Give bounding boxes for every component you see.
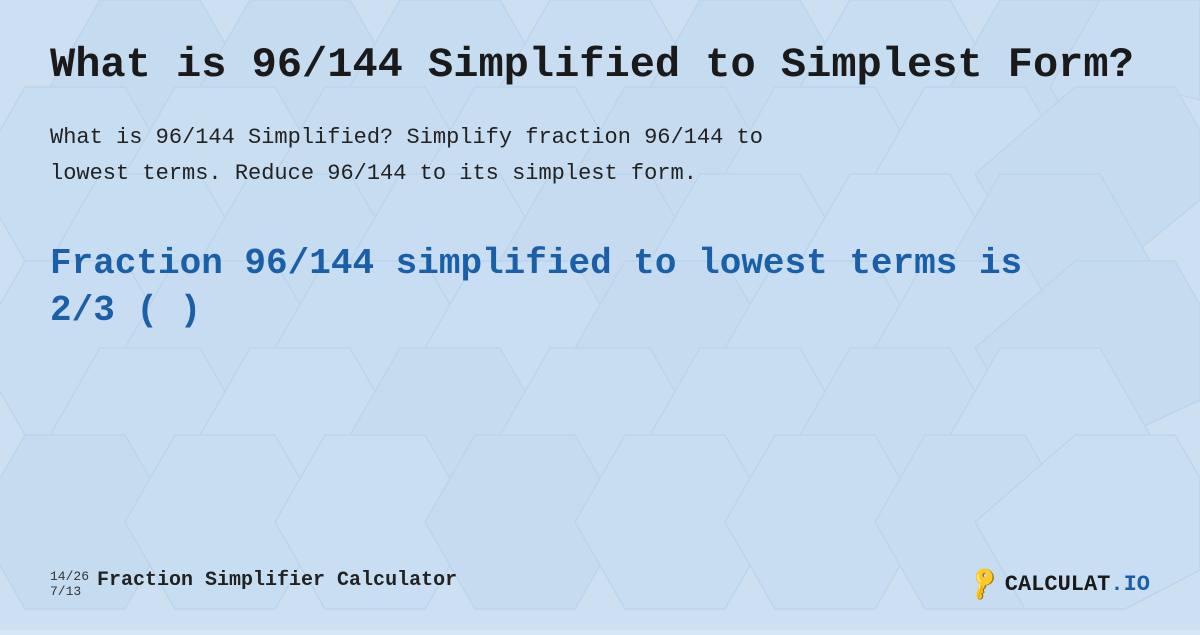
footer-left: 14/26 7/13 Fraction Simplifier Calculato… xyxy=(50,569,457,600)
result-text: Fraction 96/144 simplified to lowest ter… xyxy=(50,241,1150,335)
brand-logo-io: .IO xyxy=(1110,572,1150,597)
brand-logo-text: CALCULAT.IO xyxy=(1005,572,1150,597)
page-title: What is 96/144 Simplified to Simplest Fo… xyxy=(50,40,1150,90)
fraction-top: 14/26 xyxy=(50,569,89,585)
key-icon: 🔑 xyxy=(963,564,1004,605)
fraction-bottom: 7/13 xyxy=(50,584,89,600)
main-content: What is 96/144 Simplified to Simplest Fo… xyxy=(0,0,1200,630)
footer: 14/26 7/13 Fraction Simplifier Calculato… xyxy=(50,559,1150,600)
logo-section: 🔑 CALCULAT.IO xyxy=(969,569,1150,599)
result-section: Fraction 96/144 simplified to lowest ter… xyxy=(50,241,1150,559)
description-text: What is 96/144 Simplified? Simplify frac… xyxy=(50,120,1150,190)
result-line2: 2/3 ( ) xyxy=(50,290,201,331)
description-line2: lowest terms. Reduce 96/144 to its simpl… xyxy=(50,161,697,186)
description-line1: What is 96/144 Simplified? Simplify frac… xyxy=(50,125,763,150)
fraction-stack: 14/26 7/13 xyxy=(50,569,89,600)
result-line1: Fraction 96/144 simplified to lowest ter… xyxy=(50,243,1022,284)
footer-brand-name: Fraction Simplifier Calculator xyxy=(97,569,457,592)
